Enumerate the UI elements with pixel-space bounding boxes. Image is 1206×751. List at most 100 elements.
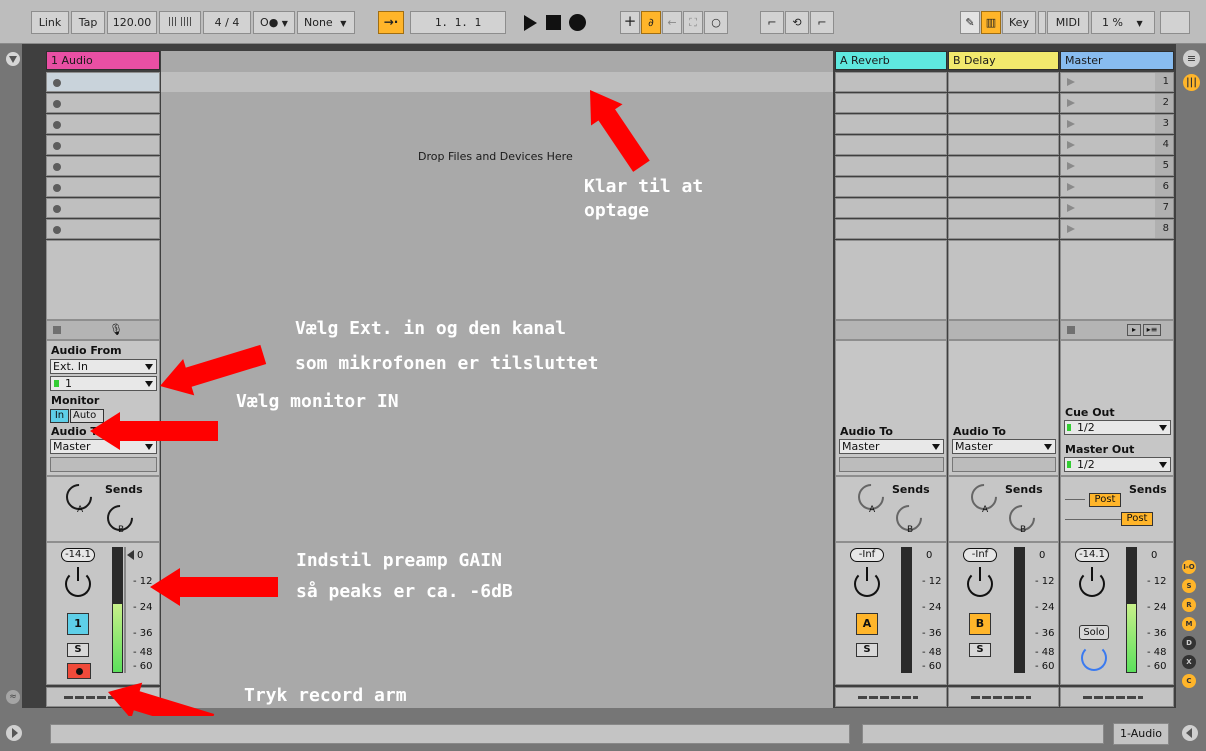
clip-slot[interactable] — [46, 219, 160, 239]
peak-level-display[interactable]: -Inf — [850, 548, 884, 562]
audio-to-dropdown[interactable]: Master — [952, 439, 1056, 454]
clip-slot[interactable] — [835, 135, 947, 155]
session-view-button[interactable]: ||| — [1183, 74, 1200, 91]
track-header-master[interactable]: Master — [1060, 51, 1174, 70]
follow-button[interactable]: →· — [378, 11, 404, 34]
midi-keyboard-button[interactable]: ▥ — [981, 11, 1001, 34]
view-menu-button[interactable]: ≡ — [1183, 50, 1200, 67]
master-out-dropdown[interactable]: 1/2 — [1064, 457, 1171, 472]
monitor-in-button[interactable]: In — [50, 409, 69, 423]
peak-level-display[interactable]: -Inf — [963, 548, 997, 562]
overdub-button[interactable]: + — [620, 11, 640, 34]
selected-track-label[interactable]: 1-Audio — [1113, 723, 1169, 745]
capture-button[interactable]: ⛶ — [683, 11, 703, 34]
audio-to-channel[interactable] — [50, 457, 157, 472]
key-map-button[interactable]: Key — [1002, 11, 1036, 34]
solo-button[interactable]: S — [856, 643, 878, 657]
record-icon[interactable] — [569, 14, 586, 31]
nudge-buttons[interactable]: ||| |||| — [159, 11, 201, 34]
post-button-b[interactable]: Post — [1121, 512, 1153, 526]
audio-to-channel[interactable] — [952, 457, 1056, 472]
track-header-audio[interactable]: 1 Audio — [46, 51, 160, 70]
clip-slot[interactable] — [948, 72, 1059, 92]
track-activator-button[interactable]: B — [969, 613, 991, 635]
solo-button[interactable]: S — [67, 643, 89, 657]
clip-slot[interactable] — [948, 219, 1059, 239]
scene-launch-slot[interactable]: 3 — [1060, 114, 1174, 134]
clip-slot[interactable] — [835, 93, 947, 113]
audio-to-channel[interactable] — [839, 457, 944, 472]
crossfader-button[interactable]: ▸ — [1127, 324, 1141, 336]
clip-slot[interactable] — [46, 177, 160, 197]
clip-slot[interactable] — [46, 135, 160, 155]
clip-slot[interactable] — [835, 219, 947, 239]
clip-slot[interactable] — [835, 177, 947, 197]
clip-slot[interactable] — [948, 114, 1059, 134]
groove-pool-button[interactable]: ≈ — [6, 690, 20, 704]
tempo-field[interactable]: 120.00 — [107, 11, 157, 34]
solo-button[interactable]: Solo — [1079, 625, 1109, 640]
clip-slot[interactable] — [948, 198, 1059, 218]
clip-slot[interactable] — [835, 72, 947, 92]
sends-toggle-button[interactable]: S — [1182, 579, 1196, 593]
arrangement-position[interactable]: 1. 1. 1 — [410, 11, 506, 34]
cue-volume-knob[interactable] — [1081, 645, 1107, 671]
clip-slot[interactable] — [46, 156, 160, 176]
draw-mode-button[interactable]: ✎ — [960, 11, 980, 34]
scene-launch-slot[interactable]: 5 — [1060, 156, 1174, 176]
delay-toggle-button[interactable]: D — [1182, 636, 1196, 650]
collapse-detail-button[interactable] — [1182, 725, 1198, 741]
automation-arm-button[interactable]: ∂ — [641, 11, 661, 34]
clip-slot[interactable] — [46, 114, 160, 134]
fader-handle[interactable] — [127, 550, 134, 560]
hide-browser-button[interactable] — [6, 52, 20, 66]
clip-slot[interactable] — [46, 93, 160, 113]
clip-slot[interactable] — [948, 135, 1059, 155]
clip-slot[interactable] — [46, 198, 160, 218]
post-button-a[interactable]: Post — [1089, 493, 1121, 507]
scene-launch-slot[interactable]: 8 — [1060, 219, 1174, 239]
quantize-dropdown[interactable]: None ▼ — [297, 11, 355, 34]
back-to-arrangement-button[interactable]: ← — [662, 11, 682, 34]
mixer-toggle-button[interactable]: M — [1182, 617, 1196, 631]
crossfader-toggle-button[interactable]: X — [1182, 655, 1196, 669]
clip-slot[interactable] — [948, 93, 1059, 113]
track-header-delay[interactable]: B Delay — [948, 51, 1059, 70]
mixer-toggle-button[interactable]: ▸≡ — [1143, 324, 1161, 336]
input-channel-dropdown[interactable]: 1 — [50, 376, 157, 391]
track-activator-button[interactable]: A — [856, 613, 878, 635]
scene-launch-slot[interactable]: 1 — [1060, 72, 1174, 92]
stop-all-clips-icon[interactable] — [1067, 326, 1075, 334]
track-header-reverb[interactable]: A Reverb — [835, 51, 947, 70]
session-record-button[interactable]: ○ — [704, 11, 728, 34]
returns-toggle-button[interactable]: R — [1182, 598, 1196, 612]
tap-button[interactable]: Tap — [71, 11, 105, 34]
scene-launch-slot[interactable]: 6 — [1060, 177, 1174, 197]
expand-info-button[interactable] — [6, 725, 22, 741]
punch-out-button[interactable]: ⌐ — [810, 11, 834, 34]
clip-slot[interactable] — [835, 114, 947, 134]
fader-track[interactable] — [124, 547, 126, 673]
cue-out-dropdown[interactable]: 1/2 — [1064, 420, 1171, 435]
audio-to-dropdown[interactable]: Master — [839, 439, 944, 454]
metronome-button[interactable]: O● ▼ — [253, 11, 295, 34]
time-signature-field[interactable]: 4 / 4 — [203, 11, 251, 34]
play-icon[interactable] — [524, 15, 537, 31]
track-activator-button[interactable]: 1 — [67, 613, 89, 635]
scene-launch-slot[interactable]: 4 — [1060, 135, 1174, 155]
link-button[interactable]: Link — [31, 11, 69, 34]
clip-slot[interactable] — [948, 177, 1059, 197]
microphone-icon[interactable]: 🎙︎ — [109, 323, 123, 336]
cue-toggle-button[interactable]: C — [1182, 674, 1196, 688]
loop-button[interactable]: ⟲ — [785, 11, 809, 34]
arm-button[interactable] — [67, 663, 91, 679]
io-toggle-button[interactable]: I-O — [1182, 560, 1196, 574]
cpu-meter[interactable]: 1 % ▼ — [1091, 11, 1155, 34]
stop-clip-icon[interactable] — [53, 326, 61, 334]
peak-level-display[interactable]: -14.1 — [1075, 548, 1109, 562]
clip-slot[interactable] — [948, 156, 1059, 176]
midi-map-button[interactable]: MIDI — [1047, 11, 1089, 34]
solo-button[interactable]: S — [969, 643, 991, 657]
audio-from-dropdown[interactable]: Ext. In — [50, 359, 157, 374]
clip-slot[interactable] — [46, 72, 160, 92]
